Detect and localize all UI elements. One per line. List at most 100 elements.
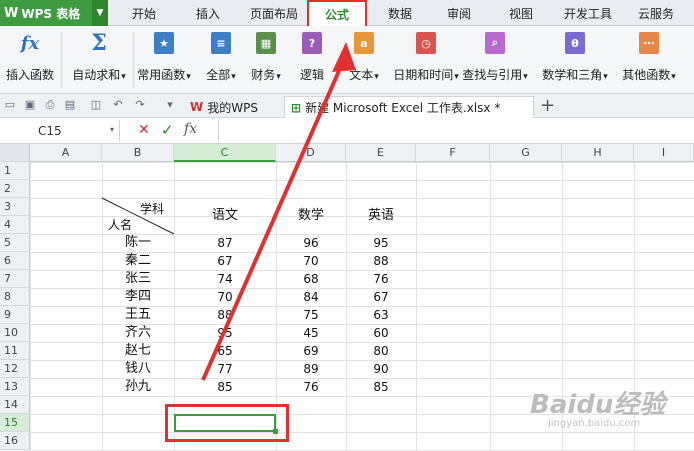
score-cell[interactable]: 65 — [174, 342, 276, 360]
name-box[interactable]: C15 — [0, 120, 120, 142]
score-cell[interactable]: 89 — [276, 360, 346, 378]
row-header-15[interactable]: 15 — [0, 414, 30, 432]
open-folder-icon[interactable]: ▭ — [4, 99, 16, 111]
score-cell[interactable]: 95 — [174, 324, 276, 342]
student-name-cell[interactable]: 孙九 — [102, 378, 174, 396]
student-name-cell[interactable]: 钱八 — [102, 360, 174, 378]
student-name-cell[interactable]: 王五 — [102, 306, 174, 324]
tab-7[interactable]: 开发工具 — [554, 0, 622, 26]
tab-5[interactable]: 审阅 — [436, 0, 482, 26]
ribbon-button-2[interactable]: ★ 常用函数▾ — [134, 30, 194, 83]
row-header-12[interactable]: 12 — [0, 360, 30, 378]
row-header-5[interactable]: 5 — [0, 234, 30, 252]
student-name-cell[interactable]: 陈一 — [102, 234, 174, 252]
score-cell[interactable]: 60 — [346, 324, 416, 342]
score-cell[interactable]: 69 — [276, 342, 346, 360]
tab-1[interactable]: 插入 — [186, 0, 230, 26]
score-cell[interactable]: 96 — [276, 234, 346, 252]
dropdown-arrow-icon: ▾ — [231, 72, 236, 82]
ribbon-button-0[interactable]: fx 插入函数 — [2, 30, 58, 83]
preview-icon[interactable]: ◫ — [90, 99, 102, 111]
score-cell[interactable]: 85 — [346, 378, 416, 396]
ribbon-button-9[interactable]: θ 数学和三角▾ — [536, 30, 614, 83]
score-cell[interactable]: 84 — [276, 288, 346, 306]
score-cell[interactable]: 67 — [174, 252, 276, 270]
subject-header-cell[interactable]: 数学 — [276, 207, 346, 225]
student-name-cell[interactable]: 齐六 — [102, 324, 174, 342]
score-cell[interactable]: 80 — [346, 342, 416, 360]
selection-highlight-box — [165, 404, 289, 442]
row-header-9[interactable]: 9 — [0, 306, 30, 324]
score-cell[interactable]: 67 — [346, 288, 416, 306]
row-header-14[interactable]: 14 — [0, 396, 30, 414]
tab-0[interactable]: 开始 — [120, 0, 168, 26]
score-cell[interactable]: 63 — [346, 306, 416, 324]
score-cell[interactable]: 74 — [174, 270, 276, 288]
confirm-icon[interactable]: ✓ — [161, 121, 174, 139]
row-header-8[interactable]: 8 — [0, 288, 30, 306]
row-header-1[interactable]: 1 — [0, 162, 30, 180]
row-header-6[interactable]: 6 — [0, 252, 30, 270]
ribbon-button-4[interactable]: ▦ 财务▾ — [246, 30, 286, 83]
score-cell[interactable]: 76 — [276, 378, 346, 396]
undo-icon[interactable]: ↶ — [112, 99, 124, 111]
fx-icon[interactable]: fx — [184, 121, 197, 137]
score-cell[interactable]: 68 — [276, 270, 346, 288]
score-cell[interactable]: 70 — [174, 288, 276, 306]
ribbon-button-label: 常用函数▾ — [137, 68, 191, 82]
score-cell[interactable]: 70 — [276, 252, 346, 270]
redo-icon[interactable]: ↷ — [134, 99, 146, 111]
row-header-4[interactable]: 4 — [0, 216, 30, 234]
header-name-label[interactable]: 人名 — [102, 216, 174, 234]
row-header-11[interactable]: 11 — [0, 342, 30, 360]
row-header-13[interactable]: 13 — [0, 378, 30, 396]
ribbon-button-8[interactable]: ⌕ 查找与引用▾ — [458, 30, 532, 83]
row-header-16[interactable]: 16 — [0, 432, 30, 450]
row-header-3[interactable]: 3 — [0, 198, 30, 216]
save-icon[interactable]: ▣ — [24, 99, 36, 111]
print-icon[interactable]: ⎙ — [44, 99, 56, 111]
row-header-10[interactable]: 10 — [0, 324, 30, 342]
name-box-dropdown-icon[interactable]: ▾ — [110, 125, 114, 134]
tab-my-wps[interactable]: W 我的WPS — [184, 96, 264, 118]
score-cell[interactable]: 95 — [346, 234, 416, 252]
tab-6[interactable]: 视图 — [496, 0, 546, 26]
ribbon-button-7[interactable]: ◷ 日期和时间▾ — [393, 30, 459, 83]
tab-4[interactable]: 数据 — [377, 0, 423, 26]
score-cell[interactable]: 88 — [174, 306, 276, 324]
student-name-cell[interactable]: 秦二 — [102, 252, 174, 270]
row-header-7[interactable]: 7 — [0, 270, 30, 288]
student-name-cell[interactable]: 张三 — [102, 270, 174, 288]
tab-3[interactable]: 公式 — [307, 0, 367, 28]
student-name-cell[interactable]: 李四 — [102, 288, 174, 306]
chevron-down-icon[interactable]: ▼ — [92, 0, 108, 26]
score-cell[interactable]: 76 — [346, 270, 416, 288]
row-header-2[interactable]: 2 — [0, 180, 30, 198]
add-tab-button[interactable]: + — [540, 95, 555, 116]
formula-input[interactable] — [218, 120, 694, 142]
tab-2[interactable]: 页面布局 — [244, 0, 304, 26]
score-cell[interactable]: 45 — [276, 324, 346, 342]
ribbon-button-10[interactable]: ⋯ 其他函数▾ — [618, 30, 680, 83]
quick-access-dropdown-icon[interactable]: ▾ — [164, 99, 176, 111]
ribbon-button-1[interactable]: Σ 自动求和▾ — [68, 30, 130, 83]
subject-header-cell[interactable]: 语文 — [174, 207, 276, 225]
score-cell[interactable]: 77 — [174, 360, 276, 378]
score-cell[interactable]: 85 — [174, 378, 276, 396]
ribbon-button-label: 全部▾ — [206, 68, 236, 82]
dropdown-arrow-icon: ▾ — [523, 72, 528, 82]
student-name-cell[interactable]: 赵七 — [102, 342, 174, 360]
print-preview-icon[interactable]: ▤ — [64, 99, 76, 111]
score-cell[interactable]: 75 — [276, 306, 346, 324]
ribbon-button-6[interactable]: a 文本▾ — [336, 30, 392, 83]
app-menu-button[interactable]: W WPS 表格 ▼ — [0, 0, 108, 26]
score-cell[interactable]: 88 — [346, 252, 416, 270]
tab-workbook[interactable]: ⊞ 新建 Microsoft Excel 工作表.xlsx * — [284, 96, 534, 118]
ribbon-button-3[interactable]: ≡ 全部▾ — [200, 30, 242, 83]
score-cell[interactable]: 87 — [174, 234, 276, 252]
cancel-icon[interactable]: ✕ — [138, 122, 150, 138]
subject-header-cell[interactable]: 英语 — [346, 207, 416, 225]
score-cell[interactable]: 90 — [346, 360, 416, 378]
ribbon-button-5[interactable]: ? 逻辑 — [290, 30, 334, 83]
tab-8[interactable]: 云服务 — [628, 0, 684, 26]
